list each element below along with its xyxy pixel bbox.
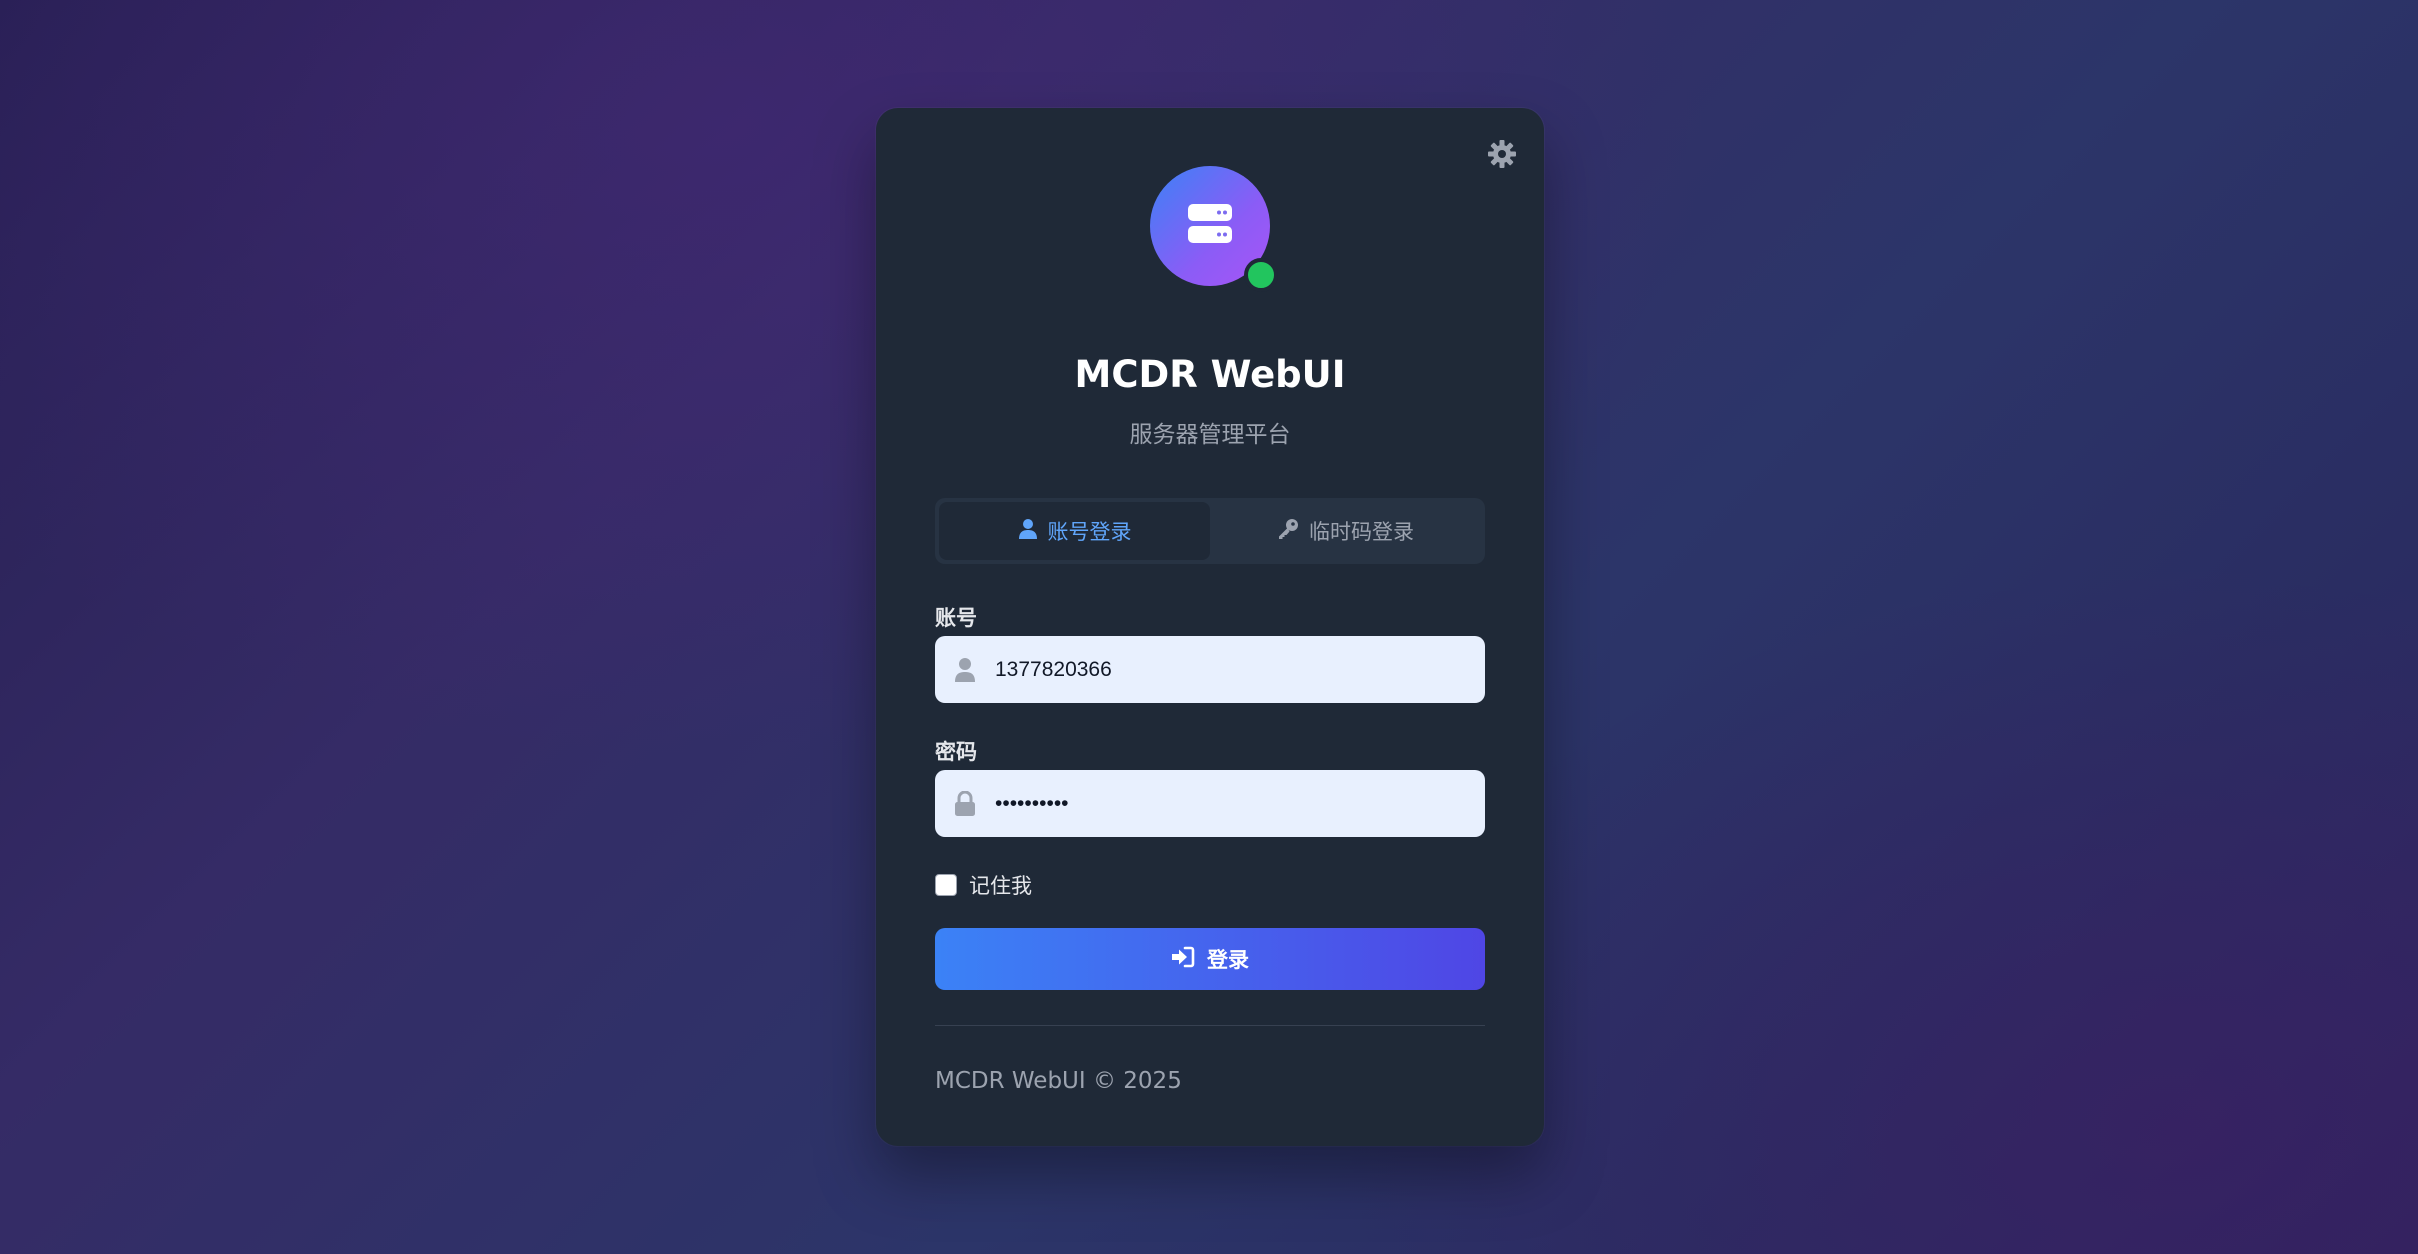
sign-in-icon xyxy=(1171,946,1195,973)
password-label: 密码 xyxy=(935,740,977,764)
login-button-label: 登录 xyxy=(1207,948,1249,972)
user-icon xyxy=(1018,518,1038,545)
password-field xyxy=(935,770,1485,837)
key-icon xyxy=(1277,518,1299,545)
login-button[interactable]: 登录 xyxy=(935,928,1485,990)
password-input[interactable] xyxy=(995,770,1485,837)
app-title: MCDR WebUI xyxy=(1074,353,1346,396)
theme-toggle-button[interactable] xyxy=(1480,134,1524,178)
tab-temp-code-login[interactable]: 临时码登录 xyxy=(1210,502,1481,560)
remember-me-checkbox[interactable] xyxy=(935,874,957,896)
server-icon xyxy=(1186,202,1234,250)
lock-icon xyxy=(935,790,995,817)
gear-icon xyxy=(1486,138,1518,174)
account-input[interactable] xyxy=(995,636,1485,703)
footer-divider xyxy=(935,1025,1485,1026)
login-method-tabs: 账号登录 临时码登录 xyxy=(935,498,1485,564)
footer-copyright: MCDR WebUI © 2025 xyxy=(935,1068,1182,1094)
tab-account-login[interactable]: 账号登录 xyxy=(939,502,1210,560)
app-subtitle: 服务器管理平台 xyxy=(1129,422,1291,448)
online-status-dot xyxy=(1244,258,1278,292)
account-label: 账号 xyxy=(935,606,977,630)
brand-logo xyxy=(1150,166,1278,292)
user-icon xyxy=(935,657,995,683)
remember-me-label: 记住我 xyxy=(969,874,1032,898)
remember-me: 记住我 xyxy=(935,870,1032,900)
tab-temp-code-login-label: 临时码登录 xyxy=(1309,520,1414,544)
tab-account-login-label: 账号登录 xyxy=(1047,520,1132,544)
account-field xyxy=(935,636,1485,703)
login-card: MCDR WebUI 服务器管理平台 账号登录 临时码登录 账号 1377820… xyxy=(876,108,1544,1146)
